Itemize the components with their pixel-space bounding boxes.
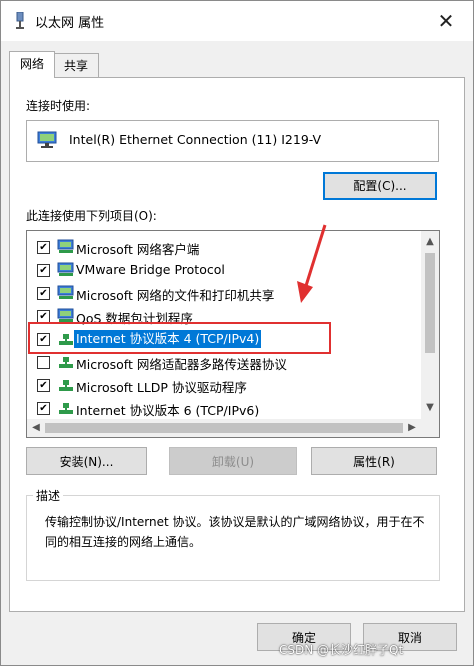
item-label: Microsoft 网络客户端 [76,242,200,257]
item-checkbox[interactable]: ✔ [37,379,50,392]
scroll-left-icon[interactable]: ◀ [27,419,45,437]
list-item[interactable]: ✔ QoS 数据包计划程序 [27,305,421,327]
adapter-name: Intel(R) Ethernet Connection (11) I219-V [69,132,322,147]
configure-button[interactable]: 配置(C)... [323,172,437,200]
components-list: ✔ Microsoft 网络客户端 ✔ VMware Bridge Protocol ✔… [26,230,440,438]
item-label: Microsoft 网络的文件和打印机共享 [76,288,275,303]
description-group: 描述 传输控制协议/Internet 协议。该协议是默认的广域网络协议，用于在不… [26,487,440,581]
vertical-scroll-thumb[interactable] [425,253,435,353]
horizontal-scrollbar[interactable]: ◀ ▶ [27,419,439,437]
items-label: 此连接使用下列项目(O): [26,209,157,223]
vertical-scrollbar[interactable]: ▲ ▼ [421,231,439,419]
properties-window: 以太网 属性 ✕ 网络 共享 连接时使用: Intel(R) Ethernet … [0,0,474,666]
item-checkbox[interactable]: ✔ [37,287,50,300]
description-title: 描述 [33,487,64,504]
install-button[interactable]: 安装(N)... [26,447,147,475]
network-service-icon [57,308,74,322]
protocol-icon [59,334,73,345]
list-item[interactable]: ✔ Microsoft 网络的文件和打印机共享 [27,282,421,304]
item-checkbox[interactable] [37,356,50,369]
watermark: CSDN @长沙红胖子Qt [279,643,404,657]
item-label: Microsoft LLDP 协议驱动程序 [76,380,247,395]
item-checkbox[interactable]: ✔ [37,264,50,277]
item-checkbox[interactable]: ✔ [37,402,50,415]
annotation-arrow-icon [297,224,327,303]
protocol-icon [59,357,73,368]
item-checkbox[interactable]: ✔ [37,241,50,254]
network-properties-icon [16,12,24,29]
connect-using-label: 连接时使用: [26,99,91,113]
item-checkbox[interactable]: ✔ [37,333,50,346]
list-item[interactable]: Microsoft 网络适配器多路传送器协议 [27,351,421,373]
list-item[interactable]: ✔ Internet 协议版本 6 (TCP/IPv6) [27,397,421,419]
title-bar: 以太网 属性 ✕ [1,1,473,41]
uninstall-button[interactable]: 卸载(U) [169,447,297,475]
tab-network[interactable]: 网络 [9,51,55,78]
item-label: VMware Bridge Protocol [76,262,225,277]
item-label: Internet 协议版本 4 (TCP/IPv4) [74,330,262,348]
list-item[interactable]: ✔ Internet 协议版本 4 (TCP/IPv4) [27,328,421,350]
protocol-icon [59,380,73,391]
list-item[interactable]: ✔ VMware Bridge Protocol [27,259,421,281]
protocol-icon [59,403,73,414]
adapter-field: Intel(R) Ethernet Connection (11) I219-V [26,120,439,162]
list-item[interactable]: ✔ Microsoft 网络客户端 [27,236,421,258]
network-adapter-icon [37,131,57,148]
close-button[interactable]: ✕ [426,5,466,37]
network-service-icon [57,262,74,276]
scroll-up-icon[interactable]: ▲ [421,233,439,251]
properties-button[interactable]: 属性(R) [311,447,437,475]
item-label: Microsoft 网络适配器多路传送器协议 [76,357,287,372]
item-label: Internet 协议版本 6 (TCP/IPv6) [76,403,260,418]
network-client-icon [57,239,74,253]
tab-sharing[interactable]: 共享 [53,53,99,78]
description-text: 传输控制协议/Internet 协议。该协议是默认的广域网络协议，用于在不同的相… [45,515,425,549]
scroll-right-icon[interactable]: ▶ [403,419,421,437]
list-item[interactable]: ✔ Microsoft LLDP 协议驱动程序 [27,374,421,396]
window-title: 以太网 属性 [35,16,105,31]
network-service-icon [57,285,74,299]
item-checkbox[interactable]: ✔ [37,310,50,323]
horizontal-scroll-thumb[interactable] [45,423,403,433]
item-label: QoS 数据包计划程序 [76,311,193,326]
scroll-down-icon[interactable]: ▼ [421,399,439,417]
